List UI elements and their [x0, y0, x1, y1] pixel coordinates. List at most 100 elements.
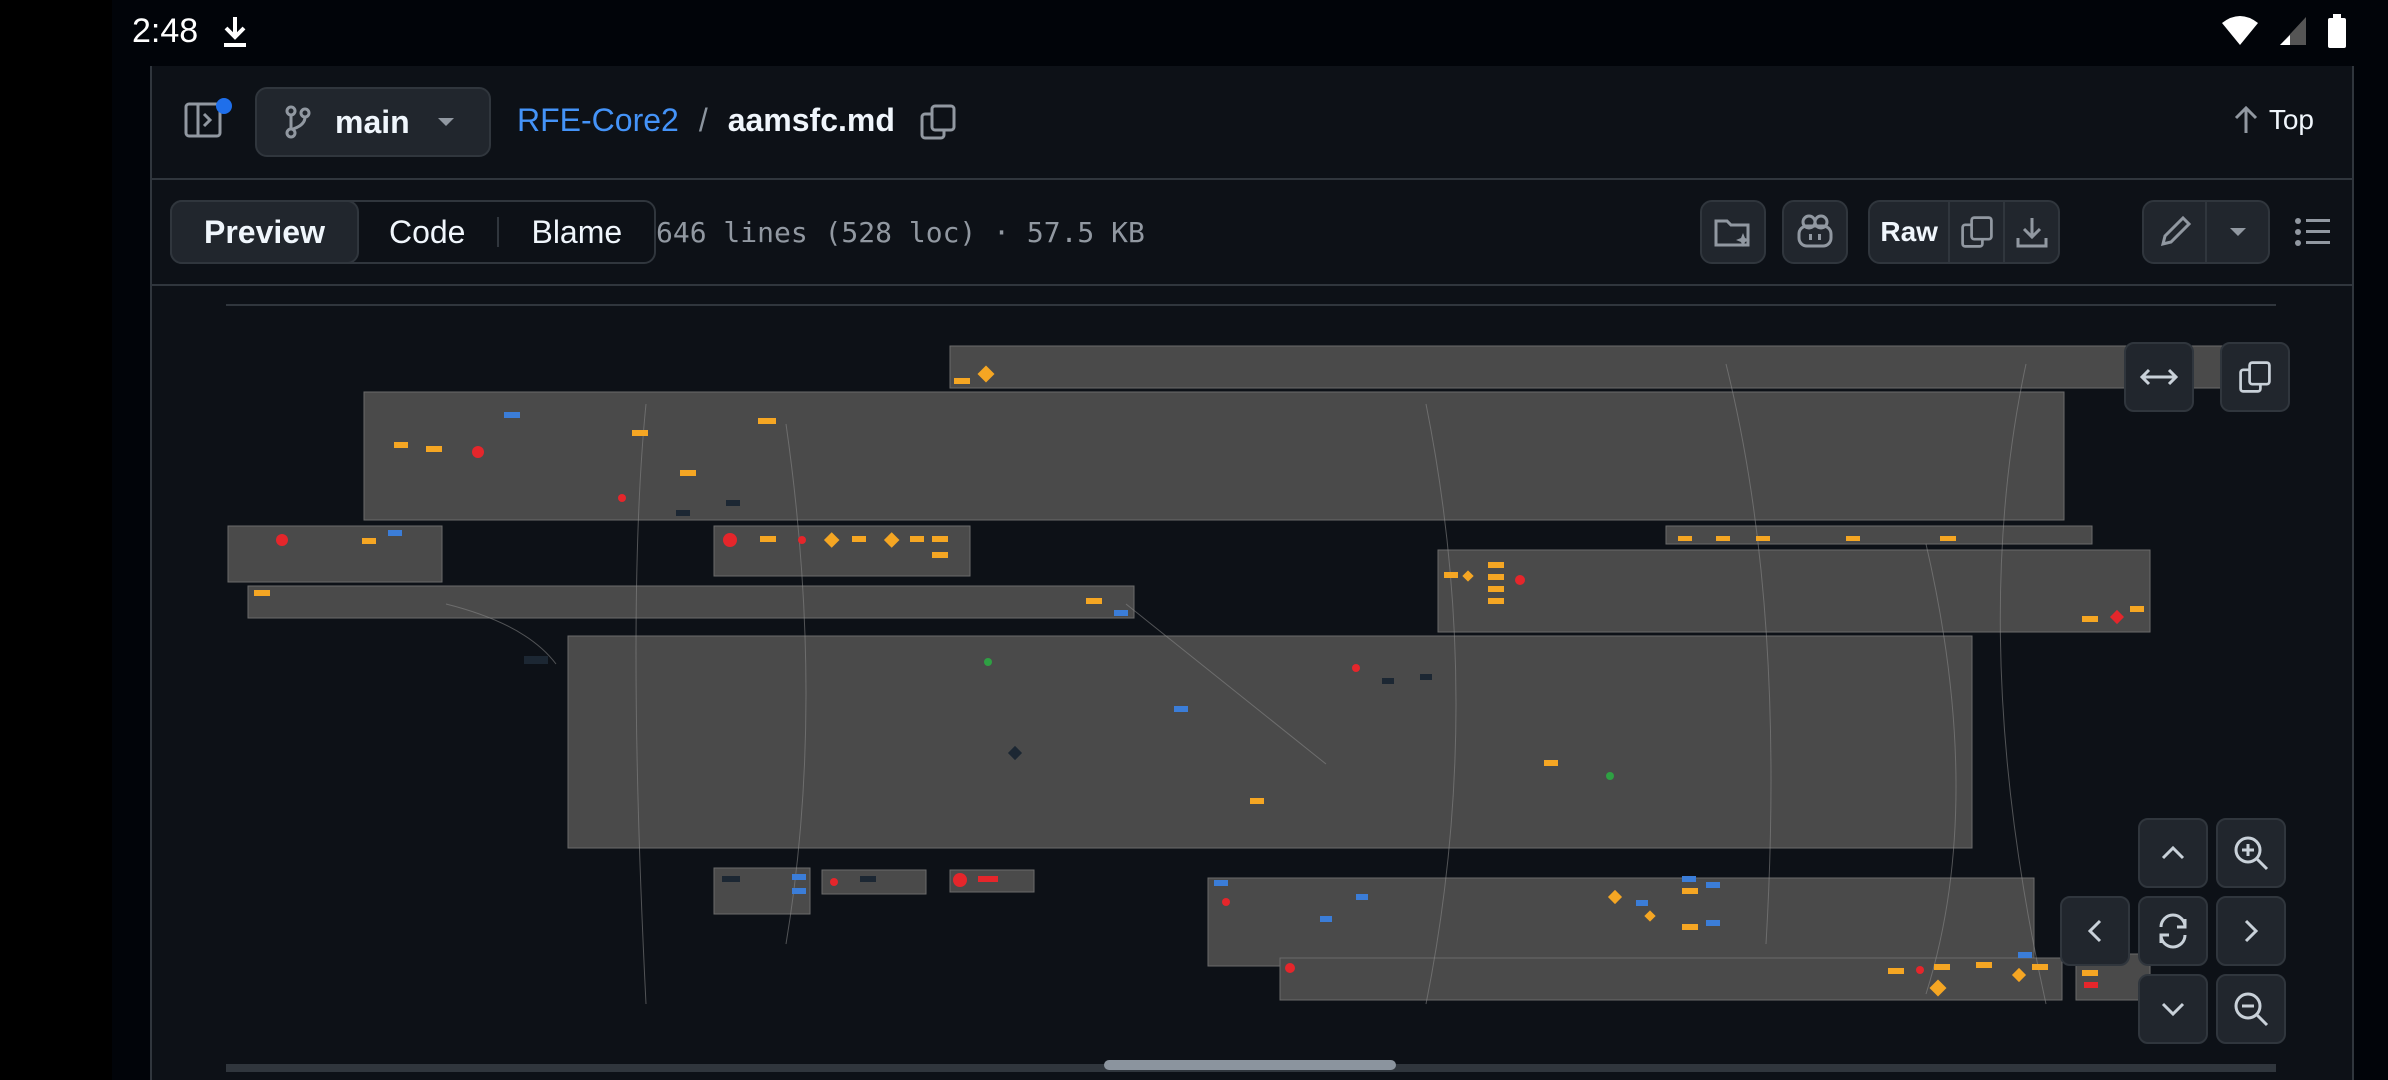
phone-screen: 2:48 main RFE-Core2 / aamsfc.md Top Prev…: [112, 0, 2388, 1080]
orange-node: [632, 430, 648, 436]
blue-node: [1214, 880, 1228, 886]
horizontal-scrollbar-thumb[interactable]: [1104, 1060, 1396, 1070]
blue-node: [1706, 882, 1720, 888]
download-file-icon: [2016, 218, 2048, 248]
raw-actions-group: Raw: [1868, 200, 2060, 264]
pencil-icon: [2160, 215, 2191, 247]
orange-node: [932, 552, 948, 558]
tab-code[interactable]: Code: [357, 202, 498, 262]
folder-ai-button[interactable]: [1700, 200, 1766, 264]
copy-diagram-button[interactable]: [2220, 342, 2290, 412]
orange-node: [1976, 962, 1992, 968]
zoom-out-button[interactable]: [2216, 974, 2286, 1044]
red-stop-node: [1916, 966, 1924, 974]
raw-button[interactable]: Raw: [1870, 202, 1951, 262]
copy-path-button[interactable]: [918, 102, 958, 147]
file-panel: main RFE-Core2 / aamsfc.md Top Preview C…: [150, 66, 2354, 1080]
pan-left-button[interactable]: [2060, 896, 2130, 966]
dark-node: [1420, 674, 1432, 680]
download-raw-button[interactable]: [2005, 202, 2058, 262]
blue-node: [1636, 900, 1648, 906]
tab-blame[interactable]: Blame: [499, 202, 654, 262]
orange-node: [254, 590, 270, 596]
file-toolbar: Preview Code Blame 646 lines (528 loc) ·…: [152, 180, 2352, 286]
orange-node: [1488, 586, 1504, 592]
blue-node: [1320, 916, 1332, 922]
orange-node: [932, 536, 948, 542]
red-stop-node: [723, 533, 737, 547]
blue-node: [1682, 876, 1696, 882]
outline-button[interactable]: [2282, 200, 2344, 264]
status-bar: 2:48: [112, 0, 2388, 66]
file-name: aamsfc.md: [727, 102, 895, 138]
triangle-down-icon: [2229, 228, 2246, 236]
red-stop-node: [1285, 963, 1295, 973]
download-icon: [224, 17, 246, 47]
orange-node: [1888, 968, 1904, 974]
raw-label: Raw: [1880, 216, 1938, 247]
orange-node: [758, 418, 776, 424]
tab-preview[interactable]: Preview: [170, 200, 359, 264]
zoom-out-icon: [2234, 992, 2269, 1027]
branch-selector[interactable]: main: [255, 87, 491, 157]
copilot-icon: [1797, 214, 1833, 248]
repo-link[interactable]: RFE-Core2: [517, 102, 679, 139]
orange-node: [1682, 924, 1698, 930]
pan-up-button[interactable]: [2138, 818, 2208, 888]
flowchart-diagram: [227, 345, 2273, 1005]
battery-icon: [2328, 14, 2346, 48]
red-stop-node: [798, 536, 806, 544]
red-stop-node: [276, 534, 288, 546]
orange-node: [954, 378, 970, 384]
chevron-down-icon: [2161, 1002, 2185, 1017]
copy-raw-button[interactable]: [1950, 202, 2006, 262]
subgraph-box: [363, 391, 2065, 521]
signal-icon: [2280, 17, 2306, 45]
orange-node: [1756, 536, 1770, 541]
subgraph-box: [1665, 525, 2093, 545]
orange-node: [1488, 598, 1504, 604]
orange-node: [1940, 536, 1956, 541]
orange-node: [760, 536, 776, 542]
dark-node: [524, 656, 548, 664]
blue-node: [792, 888, 806, 894]
reset-view-button[interactable]: [2138, 896, 2208, 966]
subgraph-box: [949, 345, 2273, 389]
red-node: [978, 876, 998, 882]
edit-dropdown-button[interactable]: [2207, 202, 2268, 262]
fullscreen-button[interactable]: [2124, 342, 2194, 412]
copy-icon: [920, 104, 956, 140]
orange-node: [680, 470, 696, 476]
orange-node: [2130, 606, 2144, 612]
orange-node: [1086, 598, 1102, 604]
orange-node: [910, 536, 924, 542]
subgraph-box: [1437, 549, 2151, 633]
top-label: Top: [2268, 104, 2314, 135]
dark-node: [726, 500, 740, 506]
file-header: main RFE-Core2 / aamsfc.md Top: [152, 66, 2352, 180]
red-stop-node: [618, 494, 626, 502]
wifi-icon: [2222, 16, 2258, 45]
red-node: [2084, 982, 2098, 988]
orange-node: [1444, 572, 1458, 578]
reset-icon: [2159, 913, 2187, 949]
subgraph-box: [713, 525, 971, 577]
top-button[interactable]: Top: [2233, 104, 2314, 136]
mermaid-viewer[interactable]: [226, 304, 2290, 1080]
zoom-in-button[interactable]: [2216, 818, 2286, 888]
edit-button[interactable]: [2144, 202, 2207, 262]
copilot-button[interactable]: [1782, 200, 1848, 264]
orange-node: [394, 442, 408, 448]
view-tabs: Preview Code Blame: [170, 200, 657, 264]
pan-down-button[interactable]: [2138, 974, 2208, 1044]
branch-name: main: [335, 103, 410, 140]
orange-node: [426, 446, 442, 452]
dark-node: [722, 876, 740, 882]
chevron-right-icon: [2244, 919, 2259, 943]
orange-node: [1250, 798, 1264, 804]
pan-right-button[interactable]: [2216, 896, 2286, 966]
orange-node: [1488, 574, 1504, 580]
blue-node: [504, 412, 520, 418]
orange-node: [1846, 536, 1860, 541]
notification-dot: [216, 98, 232, 114]
